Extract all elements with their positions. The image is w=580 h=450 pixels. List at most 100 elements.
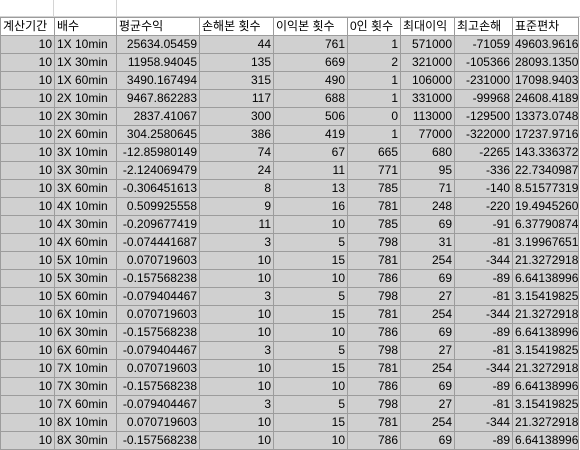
cell-max-loss[interactable]: -81: [454, 341, 513, 360]
cell-profit-count[interactable]: 11: [273, 161, 348, 180]
cell-std-dev[interactable]: 6.641389965: [512, 269, 579, 288]
cell-zero-count[interactable]: 1: [347, 35, 401, 54]
cell-zero-count[interactable]: 781: [347, 305, 401, 324]
cell-profit-count[interactable]: 5: [273, 233, 348, 252]
cell-std-dev[interactable]: 21.32729185: [512, 251, 579, 270]
cell-max-profit[interactable]: 71: [400, 179, 455, 198]
cell-multiplier[interactable]: 3X 30min: [54, 161, 117, 180]
cell-max-loss[interactable]: -336: [454, 161, 513, 180]
cell-period[interactable]: 10: [0, 359, 55, 378]
cell-avg-return[interactable]: -12.85980149: [116, 143, 200, 162]
cell-max-profit[interactable]: 69: [400, 269, 455, 288]
cell-profit-count[interactable]: 5: [273, 287, 348, 306]
cell-loss-count[interactable]: 24: [199, 161, 274, 180]
cell-avg-return[interactable]: -0.079404467: [116, 341, 200, 360]
cell-zero-count[interactable]: 2: [347, 53, 401, 72]
cell-max-loss[interactable]: -91: [454, 215, 513, 234]
cell-multiplier[interactable]: 1X 30min: [54, 53, 117, 72]
cell-std-dev[interactable]: 3.15419825: [512, 341, 579, 360]
cell-zero-count[interactable]: 798: [347, 341, 401, 360]
cell-zero-count[interactable]: 781: [347, 413, 401, 432]
cell-multiplier[interactable]: 4X 30min: [54, 215, 117, 234]
cell-period[interactable]: 10: [0, 395, 55, 414]
cell-loss-count[interactable]: 315: [199, 71, 274, 90]
cell-std-dev[interactable]: 17098.94035: [512, 71, 579, 90]
cell-profit-count[interactable]: 419: [273, 125, 348, 144]
cell-zero-count[interactable]: 798: [347, 287, 401, 306]
cell-loss-count[interactable]: 8: [199, 179, 274, 198]
cell-avg-return[interactable]: -0.074441687: [116, 233, 200, 252]
cell-avg-return[interactable]: 9467.862283: [116, 89, 200, 108]
cell-std-dev[interactable]: 6.641389965: [512, 377, 579, 396]
cell-multiplier[interactable]: 3X 10min: [54, 143, 117, 162]
cell-std-dev[interactable]: 8.515773195: [512, 179, 579, 198]
cell-avg-return[interactable]: 3490.167494: [116, 71, 200, 90]
cell-multiplier[interactable]: 2X 60min: [54, 125, 117, 144]
header-cell-multiplier[interactable]: 배수: [54, 17, 117, 36]
cell-std-dev[interactable]: 21.32729185: [512, 413, 579, 432]
cell-max-loss[interactable]: -71059: [454, 35, 513, 54]
cell-period[interactable]: 10: [0, 107, 55, 126]
cell-std-dev[interactable]: 3.199676517: [512, 233, 579, 252]
cell-loss-count[interactable]: 11: [199, 215, 274, 234]
cell-zero-count[interactable]: 798: [347, 233, 401, 252]
cell-loss-count[interactable]: 10: [199, 359, 274, 378]
cell-period[interactable]: 10: [0, 125, 55, 144]
cell-avg-return[interactable]: -0.306451613: [116, 179, 200, 198]
cell-zero-count[interactable]: 781: [347, 251, 401, 270]
cell-profit-count[interactable]: 688: [273, 89, 348, 108]
cell-max-loss[interactable]: -220: [454, 197, 513, 216]
cell-profit-count[interactable]: 10: [273, 215, 348, 234]
cell-multiplier[interactable]: 1X 10min: [54, 35, 117, 54]
cell-std-dev[interactable]: 3.15419825: [512, 395, 579, 414]
cell-period[interactable]: 10: [0, 431, 55, 450]
cell-max-loss[interactable]: -344: [454, 359, 513, 378]
cell-max-loss[interactable]: -81: [454, 233, 513, 252]
cell-period[interactable]: 10: [0, 269, 55, 288]
cell-avg-return[interactable]: 11958.94045: [116, 53, 200, 72]
header-cell-avg-return[interactable]: 평균수익: [116, 17, 200, 36]
cell-avg-return[interactable]: 25634.05459: [116, 35, 200, 54]
cell-max-loss[interactable]: -89: [454, 323, 513, 342]
cell-profit-count[interactable]: 15: [273, 305, 348, 324]
cell-std-dev[interactable]: 21.32729185: [512, 359, 579, 378]
cell-period[interactable]: 10: [0, 71, 55, 90]
cell-max-loss[interactable]: -81: [454, 287, 513, 306]
cell-max-profit[interactable]: 27: [400, 341, 455, 360]
cell-period[interactable]: 10: [0, 305, 55, 324]
cell-multiplier[interactable]: 4X 60min: [54, 233, 117, 252]
cell-std-dev[interactable]: 143.3363726: [512, 143, 579, 162]
cell-max-profit[interactable]: 27: [400, 395, 455, 414]
cell-std-dev[interactable]: 28093.13501: [512, 53, 579, 72]
cell-profit-count[interactable]: 15: [273, 359, 348, 378]
cell-std-dev[interactable]: 19.49452609: [512, 197, 579, 216]
cell-max-loss[interactable]: -89: [454, 269, 513, 288]
cell-max-loss[interactable]: -322000: [454, 125, 513, 144]
cell-period[interactable]: 10: [0, 287, 55, 306]
cell-max-loss[interactable]: -344: [454, 305, 513, 324]
cell-max-profit[interactable]: 31: [400, 233, 455, 252]
cell-max-loss[interactable]: -231000: [454, 71, 513, 90]
cell-avg-return[interactable]: -0.209677419: [116, 215, 200, 234]
cell-profit-count[interactable]: 10: [273, 377, 348, 396]
cell-avg-return[interactable]: -0.079404467: [116, 287, 200, 306]
cell-loss-count[interactable]: 44: [199, 35, 274, 54]
cell-profit-count[interactable]: 10: [273, 431, 348, 450]
cell-loss-count[interactable]: 386: [199, 125, 274, 144]
cell-max-profit[interactable]: 95: [400, 161, 455, 180]
cell-max-profit[interactable]: 77000: [400, 125, 455, 144]
cell-profit-count[interactable]: 67: [273, 143, 348, 162]
cell-period[interactable]: 10: [0, 341, 55, 360]
cell-period[interactable]: 10: [0, 179, 55, 198]
cell-max-profit[interactable]: 254: [400, 413, 455, 432]
cell-avg-return[interactable]: -0.157568238: [116, 323, 200, 342]
cell-max-profit[interactable]: 69: [400, 377, 455, 396]
cell-avg-return[interactable]: 0.070719603: [116, 413, 200, 432]
cell-loss-count[interactable]: 10: [199, 251, 274, 270]
cell-zero-count[interactable]: 781: [347, 197, 401, 216]
cell-max-profit[interactable]: 254: [400, 305, 455, 324]
cell-avg-return[interactable]: -0.157568238: [116, 431, 200, 450]
cell-multiplier[interactable]: 1X 60min: [54, 71, 117, 90]
cell-multiplier[interactable]: 8X 30min: [54, 431, 117, 450]
cell-loss-count[interactable]: 10: [199, 431, 274, 450]
